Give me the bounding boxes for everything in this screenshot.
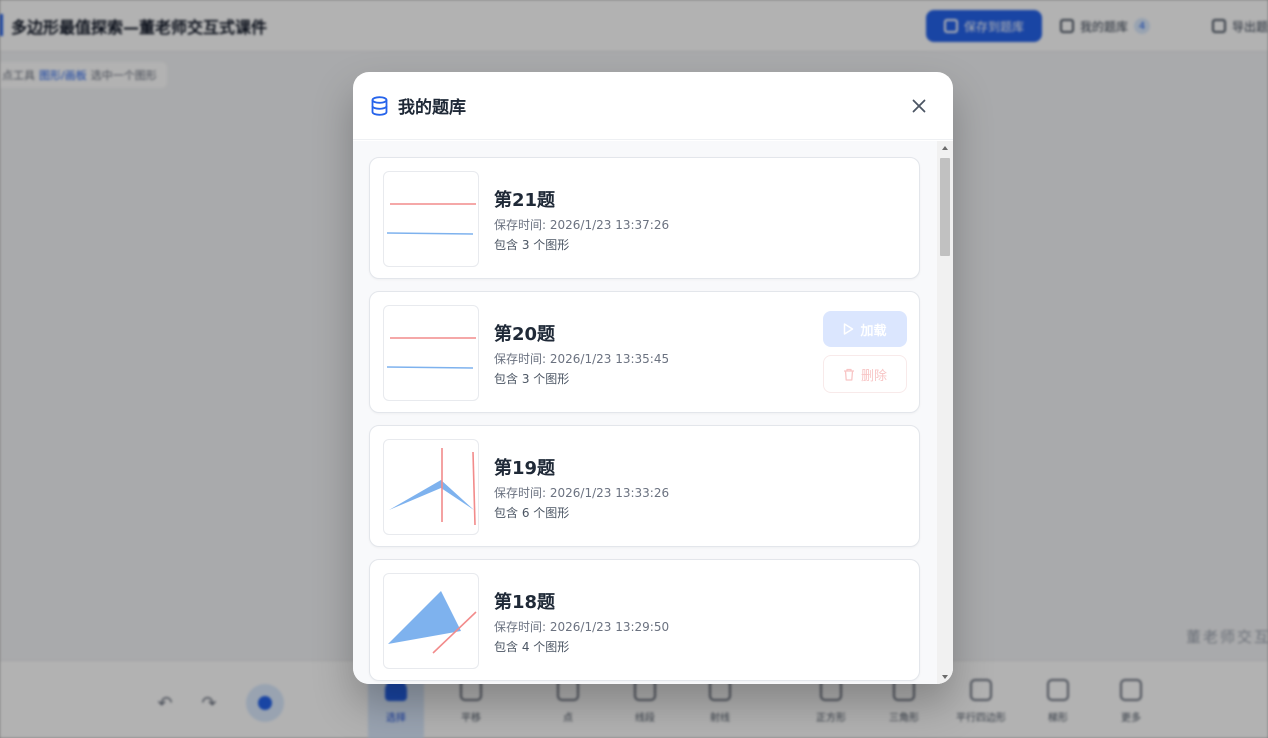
close-icon [912, 99, 926, 113]
delete-button[interactable]: 删除 [823, 355, 907, 393]
question-save-time: 保存时间: 2026/1/23 13:29:50 [494, 620, 670, 634]
question-title: 第20题 [494, 324, 556, 345]
play-icon [844, 323, 854, 335]
list-scrollbar[interactable] [937, 141, 953, 684]
question-shape-count: 包含 3 个图形 [494, 372, 570, 386]
question-save-time: 保存时间: 2026/1/23 13:33:26 [494, 486, 670, 500]
question-title: 第18题 [494, 592, 556, 613]
question-shape-count: 包含 6 个图形 [494, 506, 570, 520]
question-thumbnail [383, 171, 479, 267]
modal-header: 我的题库 [353, 72, 953, 140]
database-icon [371, 95, 388, 116]
thumbnail-drawing [386, 203, 476, 235]
modal-title: 我的题库 [398, 98, 466, 118]
question-thumbnail [383, 573, 479, 669]
question-card[interactable]: 第19题 保存时间: 2026/1/23 13:33:26 包含 6 个图形 [369, 425, 920, 547]
question-save-time: 保存时间: 2026/1/23 13:37:26 [494, 218, 670, 232]
thumbnail-drawing [389, 448, 476, 526]
scroll-thumb[interactable] [940, 158, 950, 256]
scroll-down-arrow-icon[interactable] [942, 675, 948, 679]
trash-icon [843, 368, 854, 381]
question-title: 第19题 [494, 458, 556, 479]
thumbnail-drawing [386, 337, 476, 369]
load-label: 加载 [860, 323, 887, 339]
question-card[interactable]: 第18题 保存时间: 2026/1/23 13:29:50 包含 4 个图形 [369, 559, 920, 681]
question-thumbnail [383, 439, 479, 535]
close-button[interactable] [907, 94, 931, 118]
question-bank-modal: 我的题库 第21题 保存时间: 2026/1/23 13:37:26 包含 3 … [353, 72, 953, 684]
question-save-time: 保存时间: 2026/1/23 13:35:45 [494, 352, 670, 366]
question-card[interactable]: 第21题 保存时间: 2026/1/23 13:37:26 包含 3 个图形 [369, 157, 920, 279]
question-card[interactable]: 第20题 保存时间: 2026/1/23 13:35:45 包含 3 个图形 加… [369, 291, 920, 413]
load-button[interactable]: 加载 [823, 311, 907, 347]
question-title: 第21题 [494, 190, 556, 211]
question-shape-count: 包含 4 个图形 [494, 640, 570, 654]
thumbnail-drawing [388, 591, 477, 654]
delete-label: 删除 [860, 368, 887, 384]
question-shape-count: 包含 3 个图形 [494, 238, 570, 252]
question-thumbnail [383, 305, 479, 401]
question-list: 第21题 保存时间: 2026/1/23 13:37:26 包含 3 个图形 第… [353, 141, 953, 684]
scroll-up-arrow-icon[interactable] [942, 146, 948, 150]
